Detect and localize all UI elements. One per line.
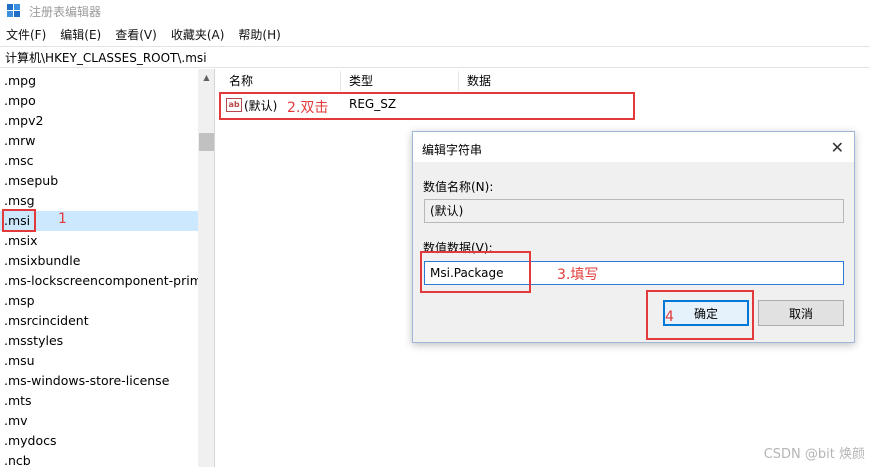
tree-item[interactable]: .msc <box>0 151 198 171</box>
tree-item[interactable]: .ncb <box>0 451 198 467</box>
window-title: 注册表编辑器 <box>29 4 102 19</box>
key-tree: .mpg .mpo .mpv2 .mrw .msc .msepub .msg .msi .msi… <box>0 69 215 467</box>
tree-item[interactable]: .msixbundle <box>0 251 198 271</box>
watermark: CSDN @bit 焕颜 <box>763 447 865 462</box>
tree-item[interactable]: .mrw <box>0 131 198 151</box>
tree-item[interactable]: .mts <box>0 391 198 411</box>
tree-item[interactable]: .msrcincident <box>0 311 198 331</box>
menu-help[interactable]: 帮助(H) <box>238 26 280 43</box>
registry-editor-icon <box>7 4 21 18</box>
list-header: 名称 类型 数据 <box>221 71 579 91</box>
value-name-label: 数值名称(N): <box>423 180 494 194</box>
tree-item[interactable]: .mv <box>0 411 198 431</box>
cancel-button[interactable]: 取消 <box>758 300 844 326</box>
annotation-box-default-row <box>219 92 635 120</box>
tree-scrollbar[interactable]: ▲ <box>198 69 214 467</box>
menu-file[interactable]: 文件(F) <box>6 26 46 43</box>
tree-item[interactable]: .msstyles <box>0 331 198 351</box>
scroll-up-arrow-icon[interactable]: ▲ <box>198 69 214 86</box>
tree-item[interactable]: .ms-windows-store-license <box>0 371 198 391</box>
column-data[interactable]: 数据 <box>459 71 579 91</box>
tree-item[interactable]: .msg <box>0 191 198 211</box>
tree-item[interactable]: .msu <box>0 351 198 371</box>
column-name[interactable]: 名称 <box>221 71 341 91</box>
address-bar[interactable]: 计算机\HKEY_CLASSES_ROOT\.msi <box>0 46 870 68</box>
column-type[interactable]: 类型 <box>341 71 459 91</box>
tree-item[interactable]: .mpv2 <box>0 111 198 131</box>
annotation-box-value-data <box>420 251 531 293</box>
tree-item[interactable]: .mpg <box>0 71 198 91</box>
scroll-thumb[interactable] <box>199 133 214 151</box>
annotation-box-msi <box>2 209 36 232</box>
menu-view[interactable]: 查看(V) <box>115 26 157 43</box>
title-bar: 注册表编辑器 <box>0 0 870 22</box>
dialog-title-bar: 编辑字符串 ✕ <box>413 132 854 162</box>
value-name-field: (默认) <box>424 199 844 223</box>
tree-item[interactable]: .msepub <box>0 171 198 191</box>
menu-edit[interactable]: 编辑(E) <box>60 26 101 43</box>
annotation-step4: 4 <box>665 309 674 325</box>
dialog-title: 编辑字符串 <box>422 143 483 157</box>
annotation-step2: 2.双击 <box>287 100 329 116</box>
key-tree-list: .mpg .mpo .mpv2 .mrw .msc .msepub .msg .msi .msi… <box>0 71 198 467</box>
annotation-box-ok <box>646 290 754 340</box>
close-icon[interactable]: ✕ <box>831 138 844 157</box>
menu-favorites[interactable]: 收藏夹(A) <box>171 26 225 43</box>
tree-item[interactable]: .ms-lockscreencomponent-prima <box>0 271 198 291</box>
annotation-step3: 3.填写 <box>557 267 599 283</box>
edit-string-dialog: 编辑字符串 ✕ 数值名称(N): (默认) 数值数据(V): Msi.Packa… <box>412 131 855 343</box>
annotation-step1: 1 <box>58 211 67 227</box>
tree-item[interactable]: .mydocs <box>0 431 198 451</box>
menu-bar: 文件(F) 编辑(E) 查看(V) 收藏夹(A) 帮助(H) <box>0 24 295 44</box>
tree-item[interactable]: .mpo <box>0 91 198 111</box>
tree-item[interactable]: .msp <box>0 291 198 311</box>
tree-item[interactable]: .msix <box>0 231 198 251</box>
